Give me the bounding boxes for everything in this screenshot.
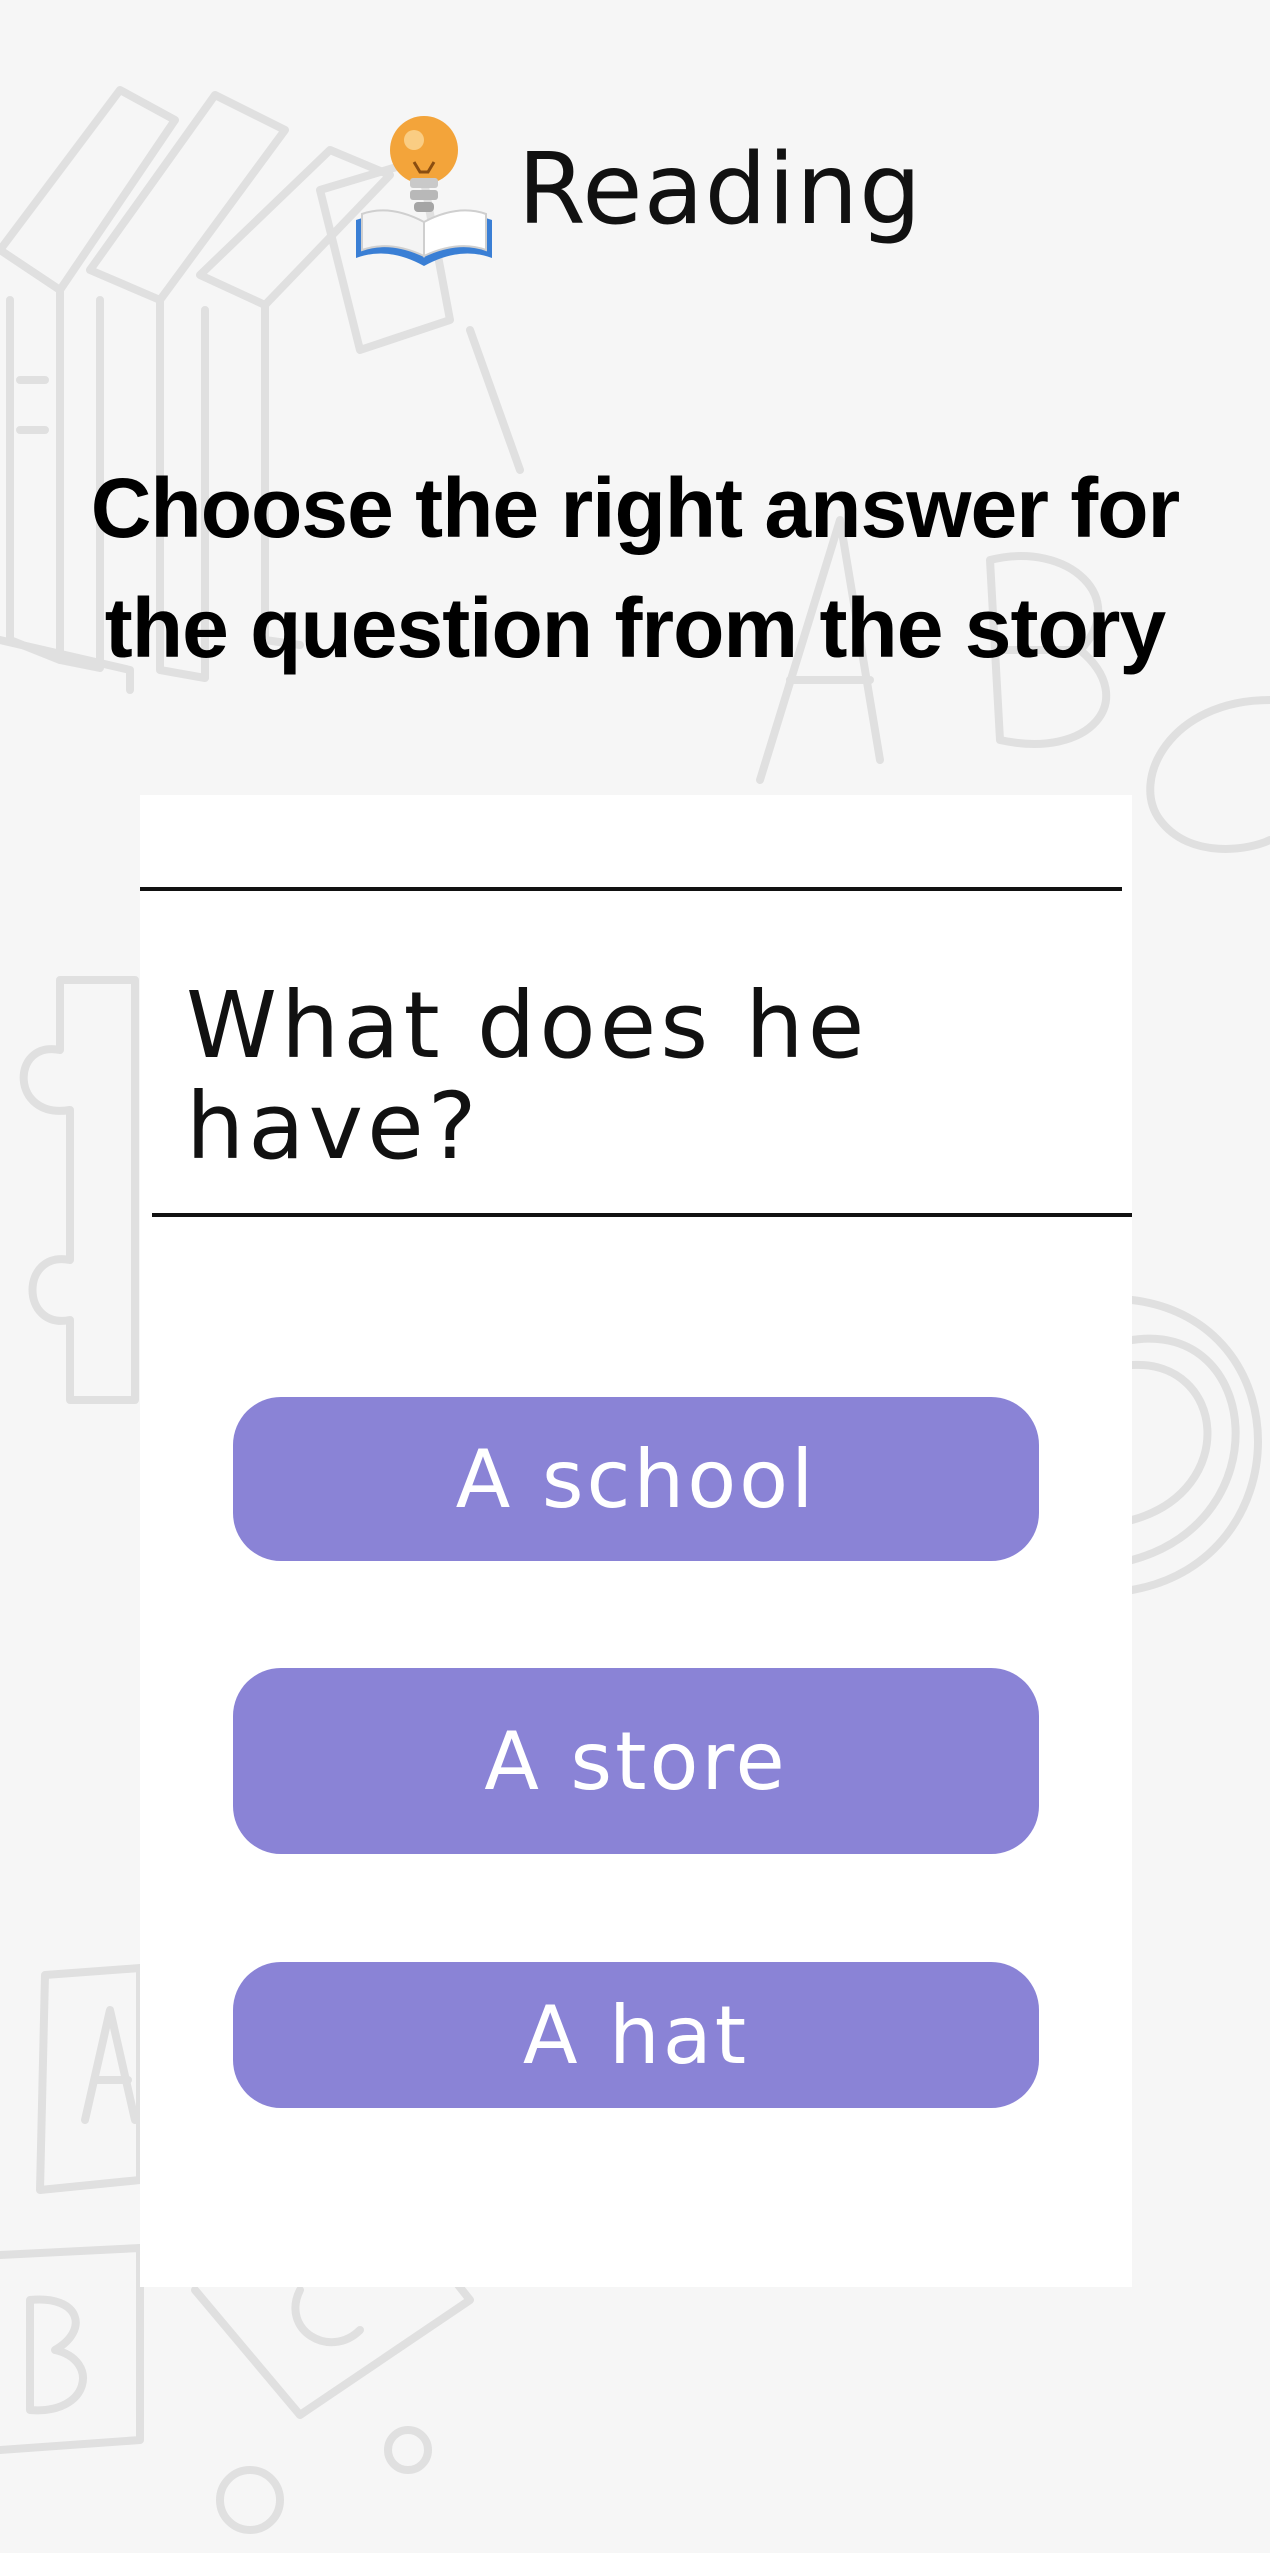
question-text: What does he have? [186, 972, 869, 1181]
page-header: Reading [0, 110, 1270, 270]
page-title: Reading [517, 133, 923, 247]
arcs-doodle [1128, 1296, 1262, 1594]
answer-button-a-store[interactable]: A store [233, 1668, 1039, 1854]
instruction-text: Choose the right answer for the question… [90, 461, 1180, 675]
lightbulb-book-icon [355, 116, 492, 266]
answer-button-a-hat[interactable]: A hat [233, 1962, 1039, 2108]
divider-top [140, 887, 1122, 891]
answer-button-a-school[interactable]: A school [233, 1397, 1039, 1561]
divider-bottom [152, 1213, 1132, 1217]
puzzle-doodle [19, 976, 139, 1404]
quiz-card: What does he have? A school A store A ha… [140, 795, 1132, 2287]
